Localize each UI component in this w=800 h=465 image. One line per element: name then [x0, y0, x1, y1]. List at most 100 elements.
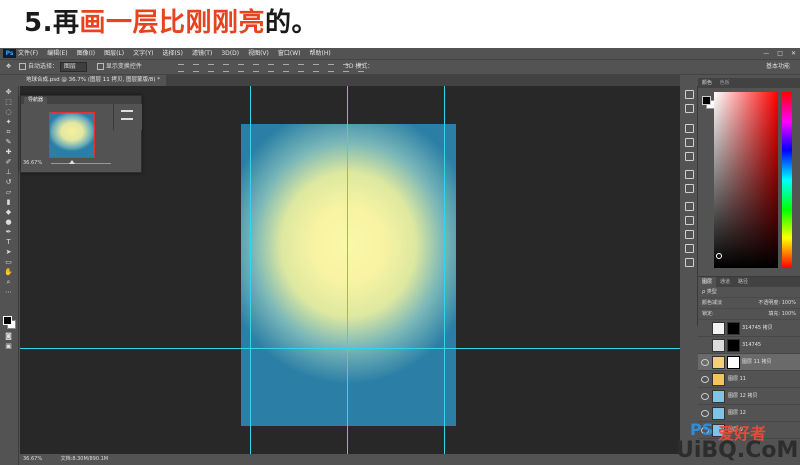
align-vcenter-icon[interactable] [193, 64, 199, 72]
eyedropper-icon[interactable]: ✎ [4, 139, 13, 146]
menu-view[interactable]: 视图(V) [248, 48, 269, 59]
navigator-zoom-slider[interactable] [51, 163, 111, 164]
color-tab[interactable]: 颜色 [702, 80, 712, 86]
layer-row[interactable]: 314745 [698, 337, 800, 354]
blend-mode-dropdown[interactable]: 颜色减淡 [702, 300, 722, 306]
menu-layer[interactable]: 图层(L) [104, 48, 124, 59]
move-tool-icon[interactable]: ✥ [6, 63, 11, 70]
swatches-tab[interactable]: 色板 [720, 80, 730, 86]
healing-icon[interactable]: ✚ [4, 149, 13, 156]
status-zoom[interactable]: 36.67% [23, 456, 42, 462]
layer-name[interactable]: 314745 拷贝 [742, 320, 773, 336]
distribute-vcenter-icon[interactable] [283, 64, 289, 72]
lasso-icon[interactable]: ◌ [4, 109, 13, 116]
paragraph-styles-icon[interactable] [685, 258, 694, 267]
stamp-icon[interactable]: ⊥ [4, 169, 13, 176]
guide-vertical[interactable] [347, 86, 348, 460]
navigator-slider-handle[interactable] [69, 160, 75, 164]
navigator-zoom-value[interactable]: 36.67% [23, 160, 42, 166]
glyphs-icon[interactable] [685, 244, 694, 253]
visibility-off-icon[interactable] [701, 325, 709, 332]
brush-settings-icon[interactable] [685, 124, 694, 133]
layer-name[interactable]: 图层 12 [728, 405, 746, 421]
guide-vertical[interactable] [250, 86, 251, 460]
minimize-button[interactable]: — [763, 48, 769, 59]
auto-select-dropdown[interactable]: 图层 [59, 61, 87, 72]
document-tab[interactable]: 地球合成.psd @ 36.7% (图层 11 拷贝, 图层蒙版/8) * [20, 75, 166, 86]
path-select-icon[interactable]: ➤ [4, 249, 13, 256]
menu-file[interactable]: 文件(F) [18, 48, 38, 59]
layer-row[interactable]: 图层 11 [698, 371, 800, 388]
marquee-icon[interactable]: ⬚ [4, 99, 13, 106]
brush-icon[interactable]: ✐ [4, 159, 13, 166]
shape-icon[interactable]: ▭ [4, 259, 13, 266]
crop-icon[interactable]: ⌗ [4, 129, 13, 136]
zoom-icon[interactable]: ⌕ [4, 279, 13, 286]
visibility-off-icon[interactable] [701, 342, 709, 349]
distribute-top-icon[interactable] [268, 64, 274, 72]
auto-select-checkbox[interactable] [18, 63, 26, 70]
clone-source-icon[interactable] [685, 138, 694, 147]
gradient-icon[interactable]: ▮ [4, 199, 13, 206]
properties-panel-icon[interactable] [685, 230, 694, 239]
layer-name[interactable]: 314745 [742, 337, 761, 353]
distribute-bottom-icon[interactable] [298, 64, 304, 72]
blur-icon[interactable]: ◆ [4, 209, 13, 216]
opacity-value[interactable]: 100% [782, 300, 796, 306]
history-icon[interactable] [685, 104, 694, 113]
layer-name[interactable]: 图层 12 拷贝 [728, 388, 758, 404]
layer-row[interactable]: 314745 拷贝 [698, 320, 800, 337]
channels-tab[interactable]: 通道 [716, 277, 734, 287]
layer-name[interactable]: 图层 11 拷贝 [742, 354, 772, 370]
menu-filter[interactable]: 滤镜(T) [192, 48, 212, 59]
properties-icon[interactable] [121, 118, 133, 120]
layer-name[interactable]: 图层 11 [728, 371, 746, 387]
styles-icon[interactable] [685, 184, 694, 193]
menu-type[interactable]: 文字(Y) [133, 48, 153, 59]
history-brush-icon[interactable]: ↺ [4, 179, 13, 186]
fill-value[interactable]: 100% [782, 311, 796, 317]
menu-3d[interactable]: 3D(D) [221, 48, 239, 59]
layer-mask-thumbnail[interactable] [727, 356, 740, 369]
layer-row-selected[interactable]: 图层 11 拷贝 [698, 354, 800, 371]
info-icon[interactable] [685, 90, 694, 99]
color-field[interactable] [714, 92, 778, 268]
eye-icon[interactable] [701, 393, 709, 400]
align-top-icon[interactable] [178, 64, 184, 72]
guide-vertical[interactable] [444, 86, 445, 460]
distribute-hcenter-icon[interactable] [328, 64, 334, 72]
eraser-icon[interactable]: ▱ [4, 189, 13, 196]
guide-horizontal[interactable] [20, 348, 680, 349]
hand-icon[interactable]: ✋ [4, 269, 13, 276]
adjustments-icon[interactable] [685, 170, 694, 179]
show-transform-checkbox[interactable] [96, 63, 104, 70]
close-button[interactable]: ✕ [791, 48, 796, 59]
layer-filter-dropdown[interactable]: ρ 类型 [702, 289, 717, 295]
histogram-icon[interactable] [121, 110, 133, 112]
eye-icon[interactable] [701, 410, 709, 417]
distribute-left-icon[interactable] [313, 64, 319, 72]
hue-slider[interactable] [782, 92, 792, 268]
screen-mode-icon[interactable]: ▣ [4, 343, 13, 350]
dodge-icon[interactable]: ● [4, 219, 13, 226]
paragraph-icon[interactable] [685, 216, 694, 225]
magic-wand-icon[interactable]: ✦ [4, 119, 13, 126]
document-canvas[interactable] [241, 124, 456, 426]
more-tools-icon[interactable]: ⋯ [4, 289, 13, 296]
menu-window[interactable]: 窗口(W) [278, 48, 301, 59]
menu-edit[interactable]: 编辑(E) [47, 48, 67, 59]
eye-icon[interactable] [701, 376, 709, 383]
align-right-icon[interactable] [253, 64, 259, 72]
color-picker-cursor[interactable] [716, 253, 722, 259]
foreground-color-swatch[interactable] [3, 316, 12, 325]
pen-icon[interactable]: ✒ [4, 229, 13, 236]
paths-tab[interactable]: 路径 [734, 277, 752, 287]
character-icon[interactable] [685, 152, 694, 161]
layer-mask-thumbnail[interactable] [727, 322, 740, 335]
actions-icon[interactable] [685, 202, 694, 211]
layer-mask-thumbnail[interactable] [727, 339, 740, 352]
menu-help[interactable]: 帮助(H) [310, 48, 331, 59]
move-icon[interactable]: ✥ [4, 89, 13, 96]
align-hcenter-icon[interactable] [238, 64, 244, 72]
panel-foreground-swatch[interactable] [702, 96, 711, 105]
